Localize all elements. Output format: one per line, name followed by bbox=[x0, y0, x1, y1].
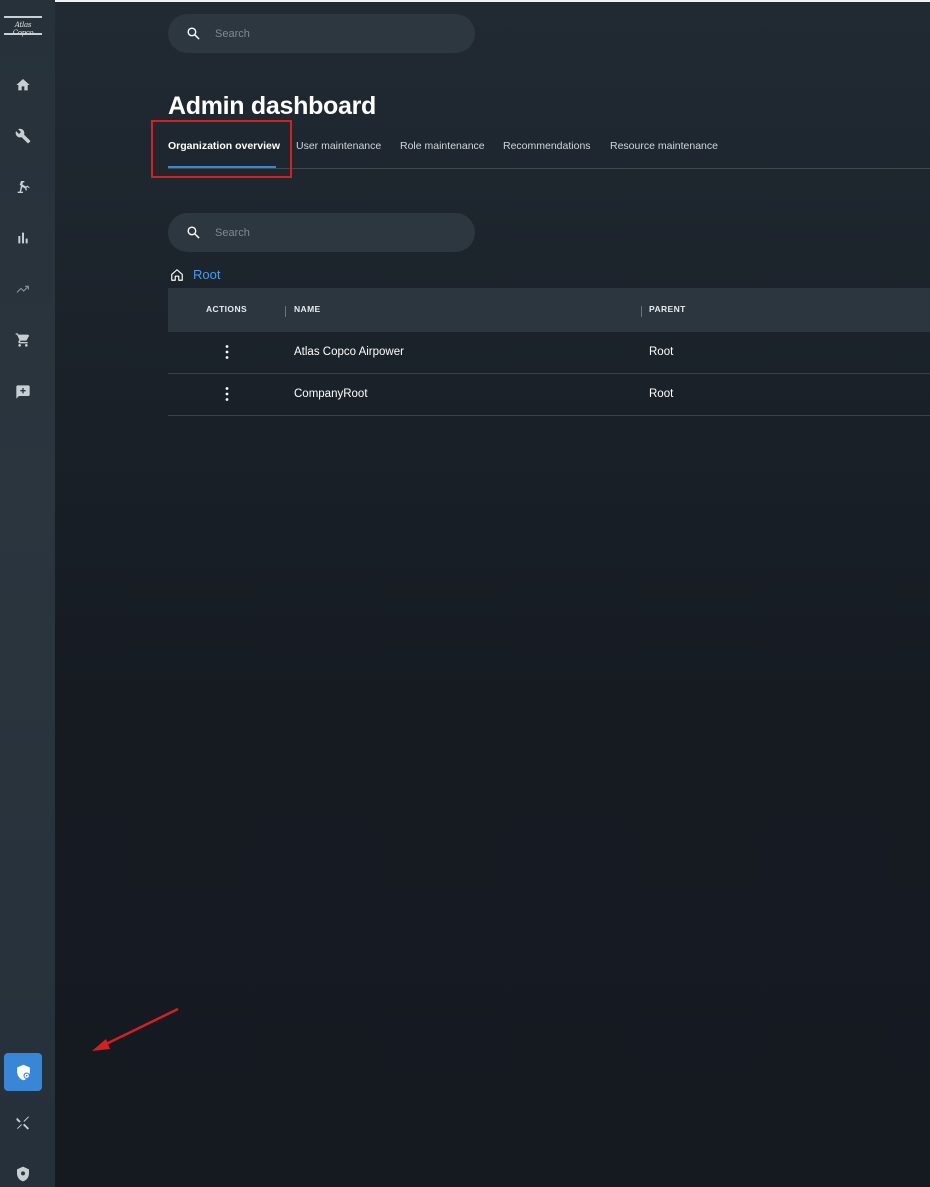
sidebar-item-tools[interactable] bbox=[13, 1113, 33, 1133]
home-icon bbox=[16, 79, 30, 91]
column-header-parent[interactable]: PARENT bbox=[649, 304, 686, 314]
bar-chart-icon bbox=[18, 232, 28, 244]
column-separator[interactable] bbox=[285, 306, 286, 317]
trend-icon bbox=[16, 285, 29, 293]
sidebar-item-service[interactable] bbox=[13, 126, 33, 146]
organization-search[interactable] bbox=[168, 213, 475, 252]
column-header-actions[interactable]: ACTIONS bbox=[206, 304, 247, 314]
annotation-arrow bbox=[92, 1007, 179, 1051]
sidebar-item-trends[interactable] bbox=[13, 279, 33, 299]
tab-recommendations[interactable]: Recommendations bbox=[503, 140, 591, 152]
annotation-highlight-box bbox=[151, 120, 292, 178]
more-actions-icon[interactable] bbox=[220, 344, 234, 360]
sidebar-item-machines[interactable] bbox=[13, 177, 33, 197]
robot-arm-icon bbox=[17, 181, 30, 193]
sidebar: Atlas Copco bbox=[0, 0, 55, 1187]
feedback-icon bbox=[16, 385, 30, 399]
atlas-copco-logo[interactable]: Atlas Copco bbox=[4, 16, 42, 37]
search-icon bbox=[187, 27, 200, 40]
sidebar-item-admin[interactable] bbox=[4, 1053, 42, 1091]
global-search-input[interactable] bbox=[215, 25, 455, 42]
sidebar-item-feedback[interactable] bbox=[13, 382, 33, 402]
column-header-name[interactable]: NAME bbox=[294, 304, 321, 314]
tab-resource-maintenance[interactable]: Resource maintenance bbox=[610, 140, 718, 152]
breadcrumb: Root bbox=[170, 267, 220, 282]
breadcrumb-root-link[interactable]: Root bbox=[193, 267, 220, 282]
tab-user-maintenance[interactable]: User maintenance bbox=[296, 140, 381, 152]
tools-icon bbox=[16, 1116, 29, 1130]
wrench-icon bbox=[15, 128, 31, 144]
security-shield-icon bbox=[17, 1166, 29, 1182]
organization-search-input[interactable] bbox=[215, 224, 455, 241]
table-row[interactable]: Atlas Copco Airpower Root bbox=[168, 332, 930, 374]
sidebar-item-shop[interactable] bbox=[13, 330, 33, 350]
window-top-edge bbox=[0, 0, 930, 2]
row-parent: Root bbox=[649, 388, 674, 400]
search-icon bbox=[187, 226, 200, 239]
table-row[interactable]: CompanyRoot Root bbox=[168, 374, 930, 416]
cart-icon bbox=[15, 333, 30, 347]
more-actions-icon[interactable] bbox=[220, 386, 234, 402]
tab-role-maintenance[interactable]: Role maintenance bbox=[400, 140, 485, 152]
sidebar-item-analytics[interactable] bbox=[13, 228, 33, 248]
organization-table: ACTIONS NAME PARENT Atlas Copco Airpower… bbox=[168, 288, 930, 416]
row-parent: Root bbox=[649, 346, 674, 358]
home-outline-icon[interactable] bbox=[170, 268, 184, 282]
global-search[interactable] bbox=[168, 14, 475, 53]
main-background bbox=[55, 0, 930, 1187]
page-title: Admin dashboard bbox=[168, 92, 377, 120]
sidebar-item-security[interactable] bbox=[13, 1164, 33, 1184]
column-separator[interactable] bbox=[641, 306, 642, 317]
row-name: Atlas Copco Airpower bbox=[294, 346, 404, 358]
table-header: ACTIONS NAME PARENT bbox=[168, 288, 930, 332]
row-name: CompanyRoot bbox=[294, 388, 368, 400]
admin-shield-icon bbox=[16, 1064, 30, 1080]
sidebar-item-home[interactable] bbox=[13, 75, 33, 95]
